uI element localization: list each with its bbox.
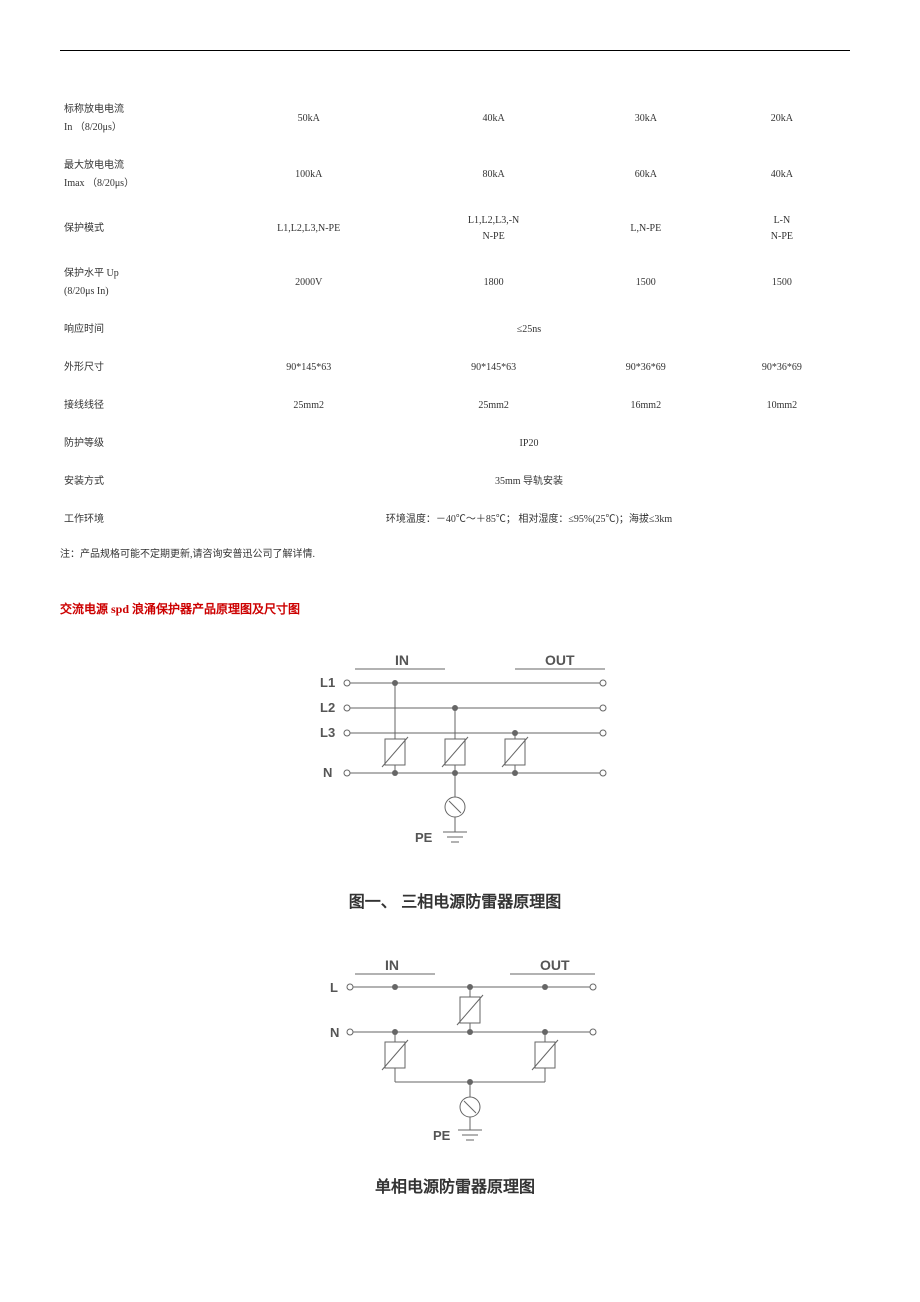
l1-label: L1 [320, 675, 335, 690]
n-label: N [330, 1025, 339, 1040]
cell: 20kA [714, 91, 850, 147]
figure-three-phase: IN OUT L1 L2 L3 N [60, 647, 850, 912]
row-label: 工作环境 [60, 501, 208, 539]
row-label: 标称放电电流In （8/20μs） [60, 91, 208, 147]
cell: 1500 [578, 255, 714, 311]
three-phase-schematic-icon: IN OUT L1 L2 L3 N [285, 647, 625, 877]
cell: 90*145*63 [208, 349, 409, 387]
out-label: OUT [545, 652, 575, 668]
cell: 1800 [409, 255, 577, 311]
n-label: N [323, 765, 332, 780]
table-row: 接线线径 25mm2 25mm2 16mm2 10mm2 [60, 387, 850, 425]
in-label: IN [395, 652, 409, 668]
row-label: 安装方式 [60, 463, 208, 501]
cell-span: 环境温度：－40℃～＋85℃； 相对湿度：≤95%(25℃)；海拔≤3km [208, 501, 850, 539]
cell: 30kA [578, 91, 714, 147]
row-label: 响应时间 [60, 311, 208, 349]
table-row: 安装方式 35mm 导轨安装 [60, 463, 850, 501]
figure-single-phase: IN OUT L N [60, 952, 850, 1197]
l2-label: L2 [320, 700, 335, 715]
cell: 100kA [208, 147, 409, 203]
row-label: 接线线径 [60, 387, 208, 425]
table-row: 保护模式 L1,L2,L3,N-PE L1,L2,L3,-NN-PE L,N-P… [60, 203, 850, 255]
table-row: 外形尺寸 90*145*63 90*145*63 90*36*69 90*36*… [60, 349, 850, 387]
cell: 60kA [578, 147, 714, 203]
cell-span: IP20 [208, 425, 850, 463]
figure2-caption: 单相电源防雷器原理图 [60, 1173, 850, 1197]
cell: 2000V [208, 255, 409, 311]
table-row: 工作环境 环境温度：－40℃～＋85℃； 相对湿度：≤95%(25℃)；海拔≤3… [60, 501, 850, 539]
cell: L1,L2,L3,-NN-PE [409, 203, 577, 255]
l-label: L [330, 980, 338, 995]
l3-label: L3 [320, 725, 335, 740]
cell: 1500 [714, 255, 850, 311]
row-label: 外形尺寸 [60, 349, 208, 387]
row-label: 保护模式 [60, 203, 208, 255]
cell: L1,L2,L3,N-PE [208, 203, 409, 255]
table-row: 最大放电电流Imax （8/20μs） 100kA 80kA 60kA 40kA [60, 147, 850, 203]
row-label: 最大放电电流Imax （8/20μs） [60, 147, 208, 203]
spec-note: 注：产品规格可能不定期更新,请咨询安普迅公司了解详情. [60, 545, 850, 560]
in-label: IN [385, 957, 399, 973]
cell-span: ≤25ns [208, 311, 850, 349]
cell: 50kA [208, 91, 409, 147]
pe-label: PE [433, 1128, 451, 1143]
cell: 40kA [714, 147, 850, 203]
page-divider [60, 50, 850, 51]
row-label: 保护水平 Up(8/20μs In) [60, 255, 208, 311]
cell: 90*145*63 [409, 349, 577, 387]
table-row: 防护等级 IP20 [60, 425, 850, 463]
table-row: 响应时间 ≤25ns [60, 311, 850, 349]
section-title: 交流电源 spd 浪涌保护器产品原理图及尺寸图 [60, 600, 860, 617]
row-label: 防护等级 [60, 425, 208, 463]
cell: 25mm2 [208, 387, 409, 425]
cell: 10mm2 [714, 387, 850, 425]
pe-label: PE [415, 830, 433, 845]
cell: 90*36*69 [714, 349, 850, 387]
out-label: OUT [540, 957, 570, 973]
cell: L,N-PE [578, 203, 714, 255]
single-phase-schematic-icon: IN OUT L N [285, 952, 625, 1162]
table-row: 标称放电电流In （8/20μs） 50kA 40kA 30kA 20kA [60, 91, 850, 147]
cell: L-NN-PE [714, 203, 850, 255]
cell: 25mm2 [409, 387, 577, 425]
spec-table: 标称放电电流In （8/20μs） 50kA 40kA 30kA 20kA 最大… [60, 91, 850, 539]
cell-span: 35mm 导轨安装 [208, 463, 850, 501]
cell: 80kA [409, 147, 577, 203]
cell: 16mm2 [578, 387, 714, 425]
cell: 40kA [409, 91, 577, 147]
figure1-caption: 图一、 三相电源防雷器原理图 [60, 888, 850, 912]
cell: 90*36*69 [578, 349, 714, 387]
table-row: 保护水平 Up(8/20μs In) 2000V 1800 1500 1500 [60, 255, 850, 311]
